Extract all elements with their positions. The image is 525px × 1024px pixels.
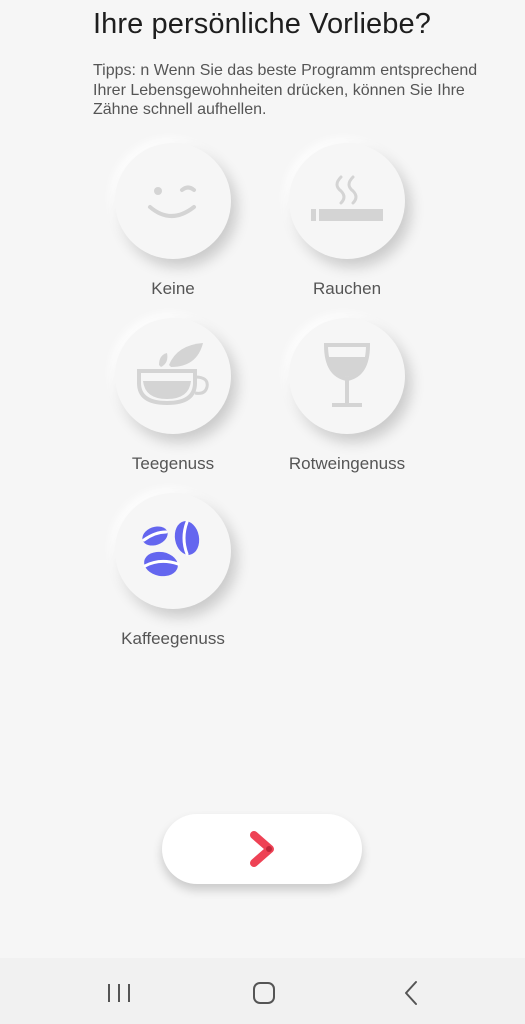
- option-label: Kaffeegenuss: [121, 629, 225, 648]
- next-button[interactable]: [162, 814, 362, 884]
- chevron-right-icon: [250, 831, 274, 867]
- option-label: Rauchen: [312, 279, 382, 298]
- option-label: Rotweingenuss: [288, 454, 406, 473]
- option-rauchen[interactable]: Rauchen: [257, 143, 437, 299]
- option-label: Keine: [151, 279, 195, 298]
- cigarette-icon: [311, 175, 383, 221]
- preference-screen: Ihre persönliche Vorliebe? Tipps: n Wenn…: [0, 0, 525, 1024]
- option-teegenuss-circle[interactable]: [115, 318, 231, 434]
- option-label: Teegenuss: [131, 454, 215, 473]
- page-title: Ihre persönliche Vorliebe?: [93, 8, 431, 40]
- option-keine[interactable]: Keine: [83, 143, 263, 299]
- tea-cup-icon: [137, 343, 209, 406]
- coffee-beans-icon: [142, 520, 200, 577]
- option-teegenuss[interactable]: Teegenuss: [83, 318, 263, 474]
- back-button[interactable]: [396, 978, 426, 1008]
- option-rotweingenuss[interactable]: Rotweingenuss: [257, 318, 437, 474]
- option-kaffeegenuss[interactable]: Kaffeegenuss: [83, 493, 263, 649]
- recent-apps-button[interactable]: [104, 978, 134, 1008]
- option-rauchen-circle[interactable]: [289, 143, 405, 259]
- back-icon: [405, 981, 417, 1005]
- home-icon: [253, 982, 275, 1004]
- home-button[interactable]: [249, 978, 279, 1008]
- recent-apps-icon: [108, 984, 130, 1002]
- option-rotweingenuss-circle[interactable]: [289, 318, 405, 434]
- system-navigation-bar: [0, 958, 525, 1024]
- tip-text: Tipps: n Wenn Sie das beste Programm ent…: [93, 62, 478, 118]
- option-keine-circle[interactable]: [115, 143, 231, 259]
- option-kaffeegenuss-circle[interactable]: [115, 493, 231, 609]
- wine-glass-icon: [323, 343, 371, 407]
- smiley-wink-icon: [148, 185, 196, 218]
